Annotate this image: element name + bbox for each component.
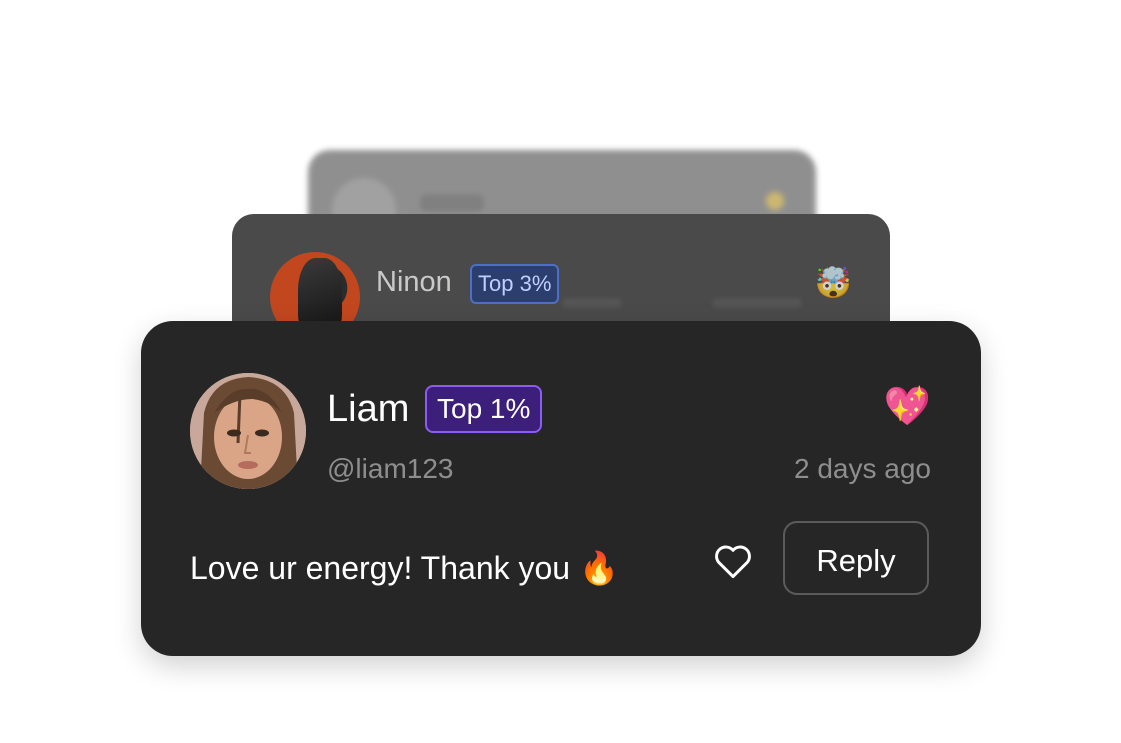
user-name: Liam <box>327 388 410 430</box>
heart-icon <box>715 545 751 579</box>
comment-text: Love ur energy! Thank you 🔥 <box>190 550 619 586</box>
avatar-portrait <box>190 373 306 489</box>
blurred-text <box>712 298 802 308</box>
reaction-emoji: 🤯 <box>814 267 852 300</box>
user-handle: @liam123 <box>327 453 454 484</box>
comment-stack: Ninon Top 3% 🤯 Liam Top 1% @liam123 💖 2 … <box>0 0 1121 743</box>
name-placeholder <box>420 194 484 212</box>
like-button[interactable] <box>711 539 755 583</box>
blurred-text <box>562 298 622 308</box>
avatar <box>190 373 306 489</box>
comment-card: Liam Top 1% @liam123 💖 2 days ago Love u… <box>141 321 981 656</box>
reaction-emoji: 💖 <box>883 386 931 428</box>
rank-badge: Top 3% <box>470 264 560 304</box>
rank-badge: Top 1% <box>425 385 543 433</box>
reaction-placeholder <box>766 192 784 210</box>
user-name: Ninon <box>376 266 452 298</box>
reply-button[interactable]: Reply <box>783 521 929 595</box>
timestamp: 2 days ago <box>794 453 931 484</box>
